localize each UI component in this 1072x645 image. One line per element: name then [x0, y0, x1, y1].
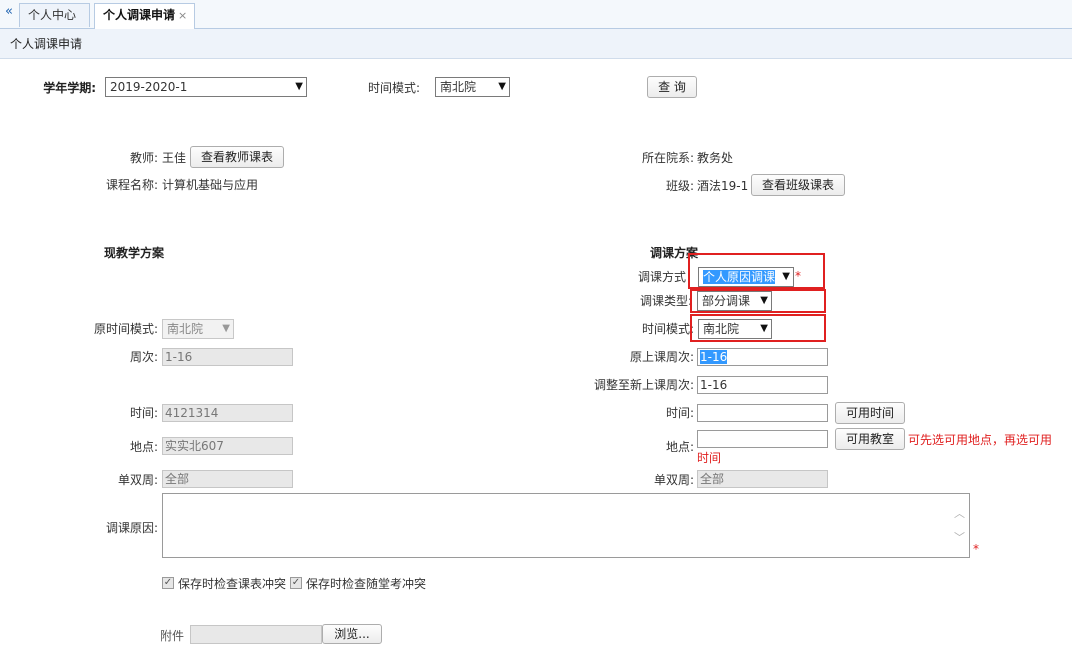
close-icon[interactable]: ×: [178, 9, 187, 22]
required-mark: *: [795, 269, 801, 283]
adjust-type-value: 部分调课: [702, 294, 751, 308]
adjust-method-select[interactable]: 个人原因调课 ▼: [698, 267, 794, 287]
odd-even-field: 全部: [162, 470, 293, 488]
term-select[interactable]: 2019-2020-1 ▼: [105, 77, 307, 97]
new-time-label: 时间:: [665, 406, 694, 420]
reason-required-mark: *: [973, 542, 979, 556]
weeks-field: 1-16: [162, 348, 293, 366]
tab-personal-center-label: 个人中心: [28, 8, 77, 22]
term-label: 学年学期:: [43, 81, 96, 95]
attachment-field: [190, 625, 322, 644]
place-field: 实实北607: [162, 437, 293, 455]
chevron-down-icon: ▼: [295, 81, 303, 92]
tab-course-adjustment[interactable]: 个人调课申请 ×: [94, 3, 195, 29]
available-time-button[interactable]: 可用时间: [835, 402, 905, 424]
new-weeks-input[interactable]: 1-16: [697, 376, 828, 394]
new-odd-even-field: 全部: [697, 470, 828, 488]
dept-label: 所在院系:: [641, 151, 694, 165]
page-title: 个人调课申请: [0, 29, 1072, 59]
check-schedule-conflict-label: 保存时检查课表冲突: [178, 577, 287, 591]
course-label: 课程名称:: [105, 178, 158, 192]
orig-weeks-rest: -16: [707, 350, 728, 364]
orig-weeks-selected: 1: [700, 350, 708, 364]
reason-label: 调课原因:: [105, 521, 158, 535]
time-field: 4121314: [162, 404, 293, 422]
class-label: 班级:: [665, 179, 694, 193]
class-value: 酒法19-1: [697, 179, 749, 193]
hint-text-line2: 时间: [697, 451, 722, 465]
adjust-method-value: 个人原因调课: [703, 270, 776, 284]
adjust-time-mode-select[interactable]: 南北院 ▼: [698, 319, 772, 339]
new-weeks-label: 调整至新上课周次:: [593, 378, 694, 392]
hint-text-line1: 可先选可用地点，再选可用: [908, 433, 1053, 447]
adjust-type-label: 调课类型:: [639, 294, 692, 308]
orig-time-mode-value: 南北院: [167, 322, 204, 336]
chevron-down-icon: ▼: [760, 295, 768, 306]
view-teacher-schedule-button[interactable]: 查看教师课表: [190, 146, 284, 168]
tab-personal-center[interactable]: 个人中心: [19, 3, 90, 27]
teacher-name: 王佳: [162, 151, 187, 165]
teacher-label: 教师:: [129, 151, 158, 165]
collapse-icon[interactable]: «: [2, 2, 16, 24]
orig-time-mode-label: 原时间模式:: [93, 322, 158, 336]
scroll-up-icon[interactable]: ︿: [954, 508, 965, 519]
adjust-method-label: 调课方式: [637, 270, 686, 284]
orig-weeks-input[interactable]: 1-16: [697, 348, 828, 366]
available-room-button[interactable]: 可用教室: [835, 428, 905, 450]
reason-textarea[interactable]: ︿ ﹀: [162, 493, 970, 558]
new-place-label: 地点:: [665, 440, 694, 454]
check-schedule-conflict-checkbox[interactable]: ✓: [162, 577, 174, 589]
place-label: 地点:: [129, 440, 158, 454]
view-class-schedule-button[interactable]: 查看班级课表: [751, 174, 845, 196]
scroll-down-icon[interactable]: ﹀: [954, 532, 965, 543]
weeks-label: 周次:: [129, 350, 158, 364]
time-mode-value: 南北院: [440, 80, 477, 94]
current-plan-title: 现教学方案: [104, 246, 165, 260]
odd-even-label: 单双周:: [117, 473, 158, 487]
chevron-down-icon: ▼: [760, 323, 768, 334]
adjust-time-mode-label: 时间模式:: [641, 322, 694, 336]
chevron-down-icon: ▼: [222, 323, 230, 334]
check-quiz-conflict-label: 保存时检查随堂考冲突: [306, 577, 427, 591]
orig-weeks-label: 原上课周次:: [629, 350, 694, 364]
attachment-label: 附件: [159, 629, 184, 643]
time-label: 时间:: [129, 406, 158, 420]
time-mode-select[interactable]: 南北院 ▼: [435, 77, 510, 97]
orig-time-mode-select: 南北院 ▼: [162, 319, 234, 339]
query-button[interactable]: 查 询: [647, 76, 697, 98]
tab-course-adjustment-label: 个人调课申请: [103, 8, 176, 22]
tab-bar: « 个人中心 个人调课申请 ×: [0, 0, 1072, 29]
course-name: 计算机基础与应用: [162, 178, 259, 192]
new-odd-even-label: 单双周:: [653, 473, 694, 487]
term-value: 2019-2020-1: [110, 80, 188, 94]
dept-value: 教务处: [697, 151, 734, 165]
check-quiz-conflict-checkbox[interactable]: ✓: [290, 577, 302, 589]
new-place-input[interactable]: [697, 430, 828, 448]
new-time-input[interactable]: [697, 404, 828, 422]
chevron-down-icon: ▼: [498, 81, 506, 92]
chevron-down-icon: ▼: [782, 271, 790, 282]
adjust-time-mode-value: 南北院: [703, 322, 740, 336]
adjust-type-select[interactable]: 部分调课 ▼: [697, 291, 772, 311]
browse-button[interactable]: 浏览...: [322, 624, 382, 644]
time-mode-label: 时间模式:: [367, 81, 420, 95]
